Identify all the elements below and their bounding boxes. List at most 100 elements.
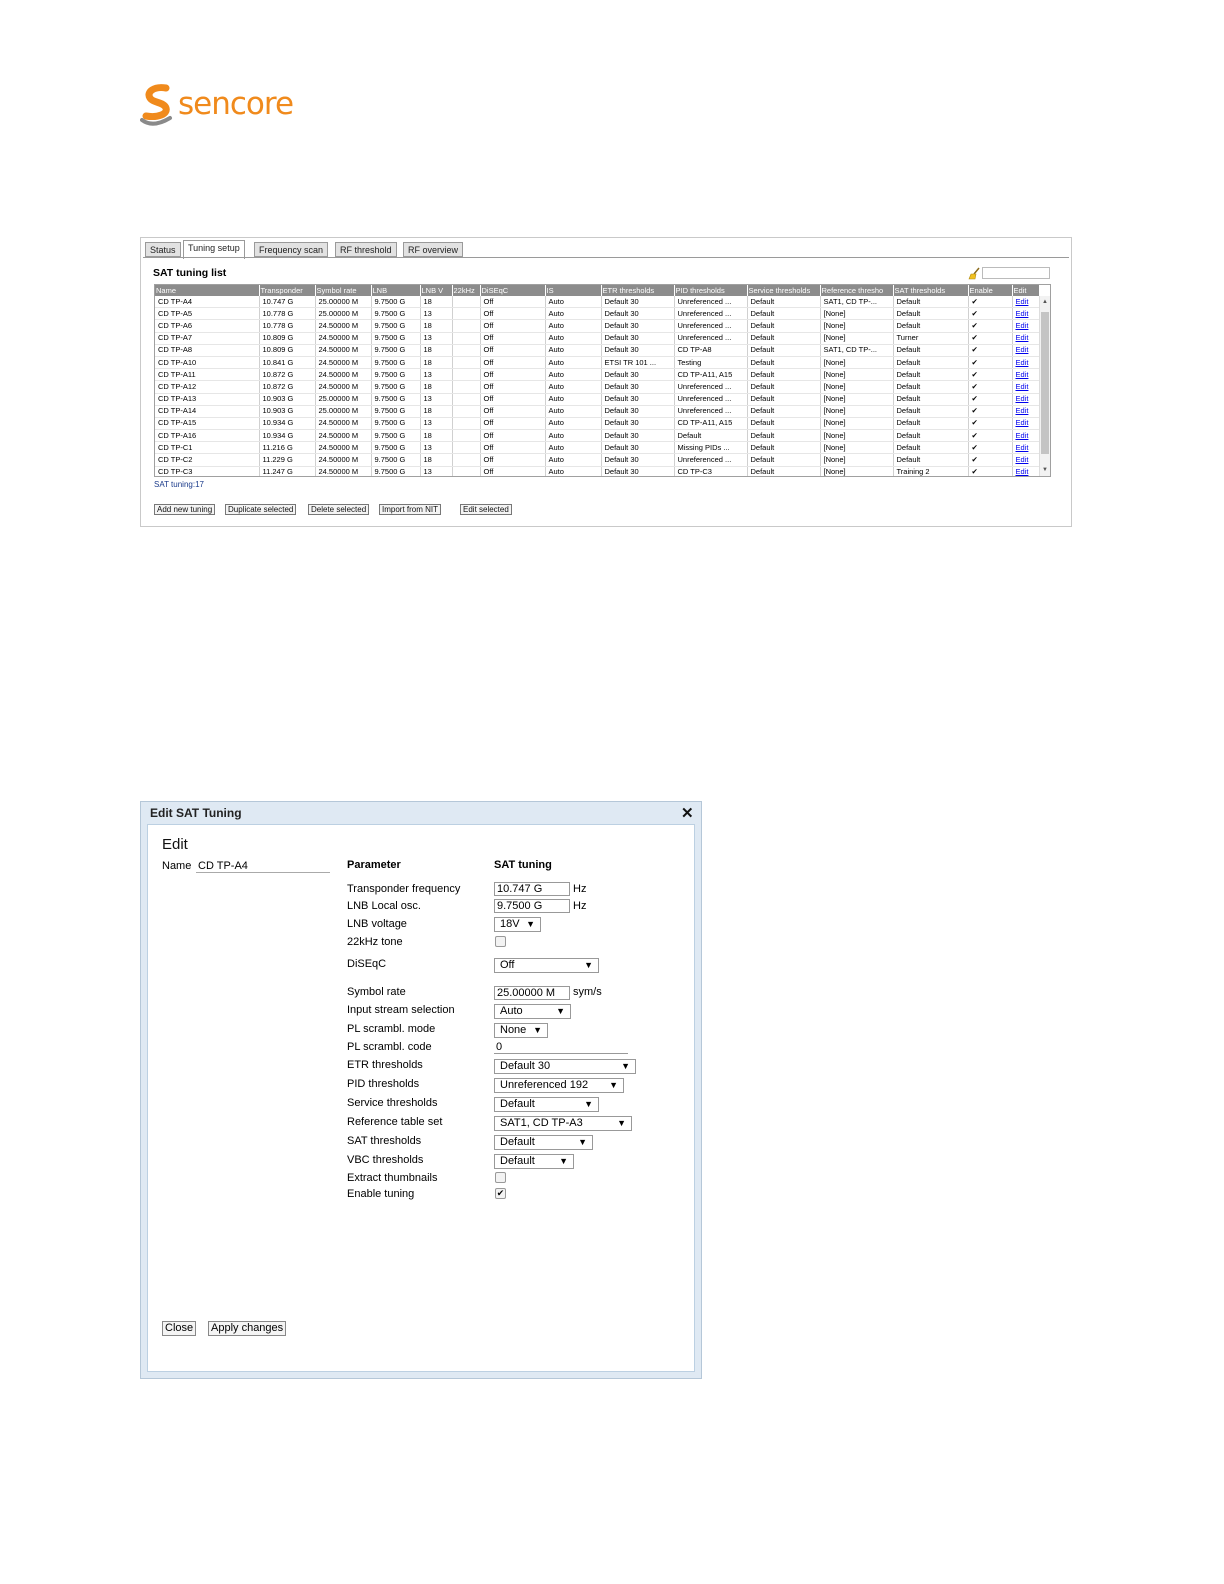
column-header[interactable]: SAT thresholds [893, 285, 969, 296]
table-row[interactable]: CD TP-A16 10.934 G 24.50000 M 9.7500 G 18 Off… [155, 429, 1040, 443]
column-header[interactable]: LNB V [420, 285, 453, 296]
edit-link[interactable]: Edit [1016, 345, 1029, 354]
filter-input[interactable] [982, 267, 1050, 279]
scroll-up-icon[interactable]: ▲ [1041, 298, 1049, 306]
name-input[interactable] [196, 859, 330, 873]
table-row[interactable]: CD TP-A14 10.903 G 25.00000 M 9.7500 G 18 Off… [155, 405, 1040, 418]
edit-link[interactable]: Edit [1016, 406, 1029, 415]
edit-link-cell[interactable]: Edit [1012, 393, 1040, 406]
scroll-down-icon[interactable]: ▼ [1041, 466, 1049, 474]
tone-checkbox[interactable] [495, 936, 506, 947]
column-header[interactable]: Enable [968, 285, 1013, 296]
edit-link[interactable]: Edit [1016, 418, 1029, 427]
table-row[interactable]: CD TP-A6 10.778 G 24.50000 M 9.7500 G 18 Off A… [155, 319, 1040, 333]
tab-status[interactable]: Status [145, 242, 181, 257]
table-body: CD TP-A4 10.747 G 25.00000 M 9.7500 G 18 Off A… [155, 296, 1040, 476]
edit-link-cell[interactable]: Edit [1012, 441, 1040, 455]
edit-link-cell[interactable]: Edit [1012, 453, 1040, 467]
edit-link-cell[interactable]: Edit [1012, 344, 1040, 357]
apply-changes-button[interactable]: Apply changes [208, 1321, 287, 1336]
edit-link[interactable]: Edit [1016, 394, 1029, 403]
table-row[interactable]: CD TP-A7 10.809 G 24.50000 M 9.7500 G 13 Off A… [155, 332, 1040, 345]
table-scrollbar[interactable]: ▲ ▼ [1039, 296, 1050, 476]
pid-thresholds-label: PID thresholds [347, 1078, 420, 1090]
column-header[interactable]: Symbol rate [315, 285, 372, 296]
edit-link-cell[interactable]: Edit [1012, 356, 1040, 370]
edit-link-cell[interactable]: Edit [1012, 466, 1040, 476]
input-stream-select[interactable]: Auto ▼ [494, 1004, 571, 1019]
edit-link[interactable]: Edit [1016, 309, 1029, 318]
close-button[interactable]: Close [162, 1321, 197, 1336]
reference-table-set-select[interactable]: SAT1, CD TP-A3 ▼ [494, 1116, 632, 1131]
table-row[interactable]: CD TP-C2 11.229 G 24.50000 M 9.7500 G 18 Off A… [155, 453, 1040, 467]
symbol-rate-input[interactable] [494, 986, 570, 1000]
edit-link-cell[interactable]: Edit [1012, 368, 1040, 382]
table-row[interactable]: CD TP-A4 10.747 G 25.00000 M 9.7500 G 18 Off A… [155, 296, 1040, 309]
table-row[interactable]: CD TP-C3 11.247 G 24.50000 M 9.7500 G 13 Off A… [155, 466, 1040, 476]
clear-filter-icon[interactable] [968, 267, 981, 280]
column-header[interactable]: Name [155, 285, 260, 296]
column-header[interactable]: 22kHz [452, 285, 481, 296]
edit-link[interactable]: Edit [1016, 431, 1029, 440]
table-row[interactable]: CD TP-A5 10.778 G 25.00000 M 9.7500 G 13 Off A… [155, 307, 1040, 321]
lnb-local-osc-input[interactable] [494, 899, 570, 913]
edit-link-cell[interactable]: Edit [1012, 307, 1040, 321]
edit-link[interactable]: Edit [1016, 382, 1029, 391]
edit-selected-button[interactable]: Edit selected [460, 504, 512, 515]
sat-thresholds-select[interactable]: Default ▼ [494, 1135, 593, 1150]
table-cell: CD TP-A7 [155, 332, 260, 345]
edit-link[interactable]: Edit [1016, 455, 1029, 464]
edit-link[interactable]: Edit [1016, 443, 1029, 452]
table-row[interactable]: CD TP-A13 10.903 G 25.00000 M 9.7500 G 13 Off… [155, 393, 1040, 406]
transponder-frequency-input[interactable] [494, 882, 570, 896]
edit-link-cell[interactable]: Edit [1012, 405, 1040, 418]
column-header[interactable]: PID thresholds [674, 285, 748, 296]
column-header[interactable]: Service thresholds [747, 285, 821, 296]
edit-link[interactable]: Edit [1016, 467, 1029, 476]
table-row[interactable]: CD TP-A15 10.934 G 24.50000 M 9.7500 G 13 Off… [155, 417, 1040, 431]
tab-rf-threshold[interactable]: RF threshold [335, 242, 397, 257]
diseqc-select[interactable]: Off ▼ [494, 958, 599, 973]
table-row[interactable]: CD TP-A10 10.841 G 24.50000 M 9.7500 G 18 Off… [155, 356, 1040, 370]
scroll-thumb[interactable] [1041, 312, 1049, 454]
column-header[interactable]: DiSEqC [480, 285, 546, 296]
service-thresholds-select[interactable]: Default ▼ [494, 1097, 599, 1112]
column-header[interactable]: LNB [371, 285, 421, 296]
duplicate-selected-button[interactable]: Duplicate selected [225, 504, 297, 515]
edit-link-cell[interactable]: Edit [1012, 296, 1040, 309]
edit-link-cell[interactable]: Edit [1012, 332, 1040, 345]
edit-link-cell[interactable]: Edit [1012, 429, 1040, 443]
column-header[interactable]: Edit [1012, 285, 1040, 296]
edit-link-cell[interactable]: Edit [1012, 319, 1040, 333]
edit-link[interactable]: Edit [1016, 333, 1029, 342]
enable-tuning-checkbox[interactable]: ✔ [495, 1188, 506, 1199]
add-new-tuning-button[interactable]: Add new tuning [154, 504, 216, 515]
table-row[interactable]: CD TP-A8 10.809 G 24.50000 M 9.7500 G 18 Off A… [155, 344, 1040, 357]
pid-thresholds-select[interactable]: Unreferenced 192 ▼ [494, 1078, 624, 1093]
edit-link[interactable]: Edit [1016, 297, 1029, 306]
table-row[interactable]: CD TP-A11 10.872 G 24.50000 M 9.7500 G 13 Off… [155, 368, 1040, 382]
table-cell: Auto [545, 307, 602, 321]
column-header[interactable]: ETR thresholds [601, 285, 675, 296]
column-header[interactable]: Transponder [259, 285, 316, 296]
edit-link[interactable]: Edit [1016, 358, 1029, 367]
etr-thresholds-select[interactable]: Default 30 ▼ [494, 1059, 636, 1074]
edit-link-cell[interactable]: Edit [1012, 380, 1040, 394]
edit-link-cell[interactable]: Edit [1012, 417, 1040, 431]
pl-scrambl-code-input[interactable] [494, 1040, 628, 1054]
delete-selected-button[interactable]: Delete selected [308, 504, 370, 515]
edit-link[interactable]: Edit [1016, 321, 1029, 330]
table-row[interactable]: CD TP-C1 11.216 G 24.50000 M 9.7500 G 13 Off A… [155, 441, 1040, 455]
vbc-thresholds-select[interactable]: Default ▼ [494, 1154, 574, 1169]
column-header[interactable]: IS [545, 285, 602, 296]
import-from-nit-button[interactable]: Import from NIT [379, 504, 442, 515]
lnb-voltage-select[interactable]: 18V ▼ [494, 917, 541, 932]
close-icon[interactable]: ✕ [681, 804, 694, 822]
column-header[interactable]: Reference thresho [820, 285, 894, 296]
pl-scrambl-mode-select[interactable]: None ▼ [494, 1023, 548, 1038]
edit-link[interactable]: Edit [1016, 370, 1029, 379]
tab-rf-overview[interactable]: RF overview [403, 242, 464, 257]
extract-thumbnails-checkbox[interactable] [495, 1172, 506, 1183]
tab-frequency-scan[interactable]: Frequency scan [254, 242, 329, 257]
table-row[interactable]: CD TP-A12 10.872 G 24.50000 M 9.7500 G 18 Off… [155, 380, 1040, 394]
